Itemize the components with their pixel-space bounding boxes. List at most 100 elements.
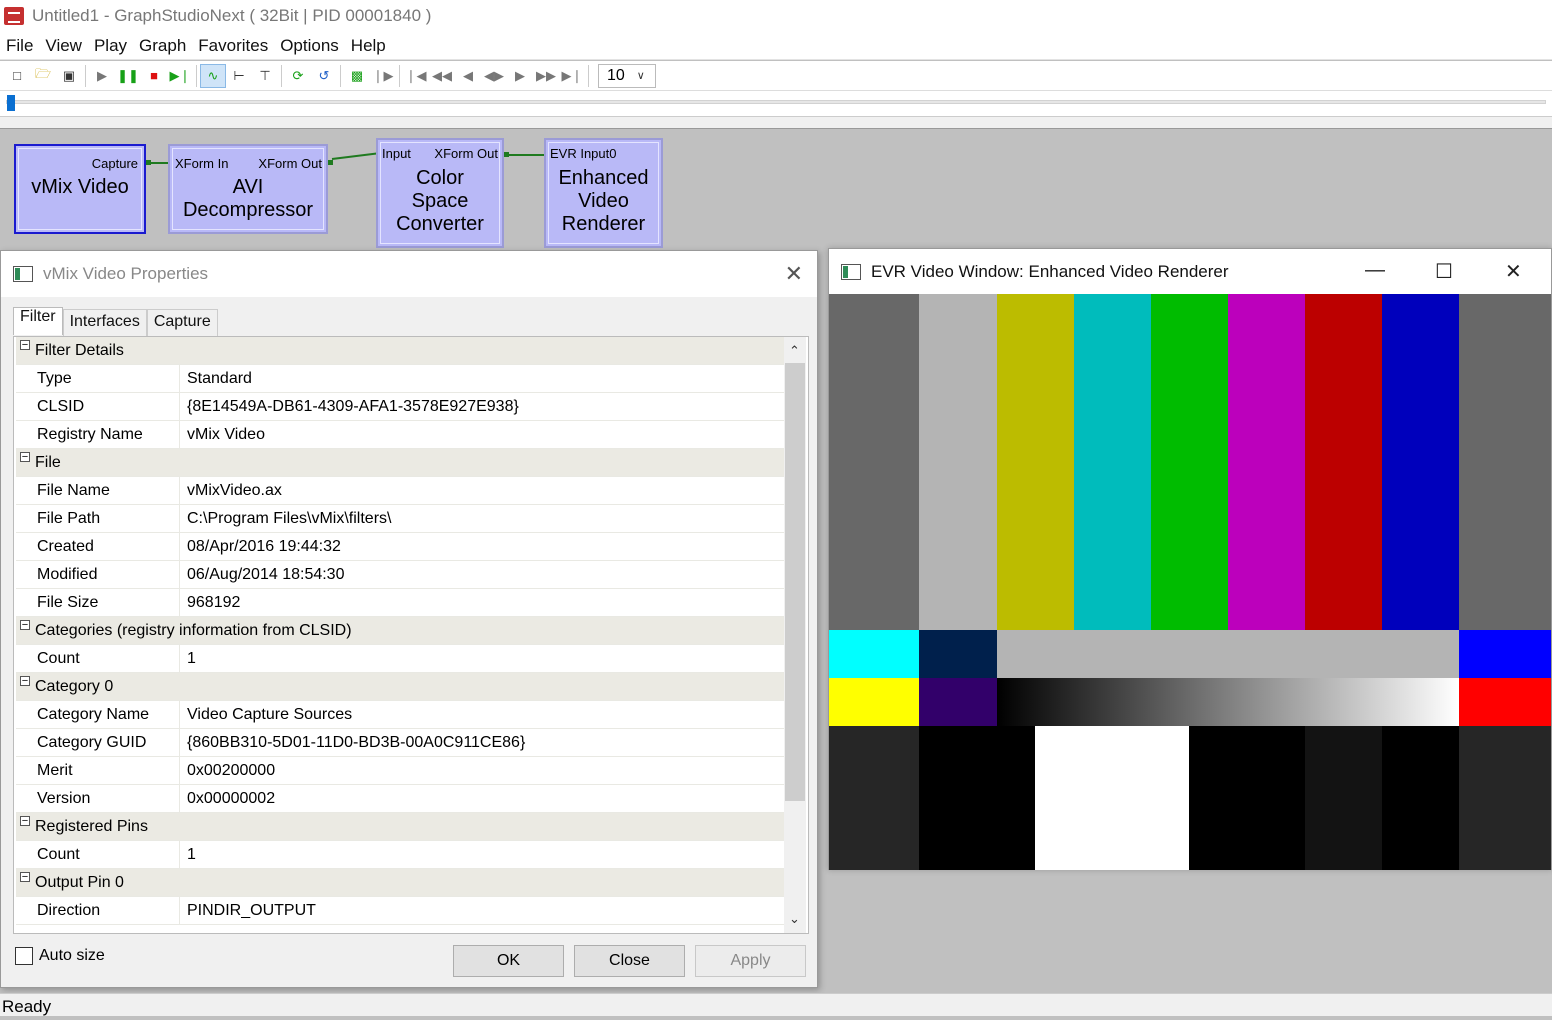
property-value: 0x00000002 bbox=[187, 789, 276, 807]
close-icon[interactable]: ✕ bbox=[785, 261, 803, 287]
checkbox-box[interactable] bbox=[15, 947, 33, 965]
category-row[interactable]: − Category 0 bbox=[16, 673, 784, 701]
filter-color-space-converter[interactable]: Input XForm Out Color Space Converter bbox=[376, 138, 504, 248]
app-icon bbox=[4, 7, 24, 25]
property-row[interactable]: Direction PINDIR_OUTPUT bbox=[16, 897, 784, 925]
collapse-icon[interactable]: − bbox=[20, 452, 30, 463]
collapse-icon[interactable]: − bbox=[20, 340, 30, 351]
collapse-icon[interactable]: − bbox=[20, 872, 30, 883]
property-row[interactable]: Count 1 bbox=[16, 645, 784, 673]
apply-button[interactable]: Apply bbox=[695, 945, 806, 977]
property-row[interactable]: Category Name Video Capture Sources bbox=[16, 701, 784, 729]
toolbar-separator bbox=[340, 64, 341, 87]
output-pin-label[interactable]: XForm Out bbox=[258, 156, 322, 171]
intelligent-connect-icon[interactable]: ⊤ bbox=[252, 64, 278, 88]
close-icon[interactable]: ✕ bbox=[1505, 259, 1522, 284]
tab-interfaces[interactable]: Interfaces bbox=[62, 309, 147, 337]
seek-thumb[interactable] bbox=[7, 95, 15, 111]
category-row[interactable]: − Registered Pins bbox=[16, 813, 784, 841]
maximize-icon[interactable]: ☐ bbox=[1435, 259, 1453, 284]
color-bar bbox=[1305, 294, 1382, 630]
filter-vmix-video[interactable]: Capture vMix Video bbox=[14, 144, 146, 234]
property-row[interactable]: File Path C:\Program Files\vMix\filters\ bbox=[16, 505, 784, 533]
collapse-icon[interactable]: − bbox=[20, 676, 30, 687]
scroll-thumb[interactable] bbox=[785, 363, 805, 801]
menu-favorites[interactable]: Favorites bbox=[192, 36, 274, 56]
tab-capture[interactable]: Capture bbox=[146, 309, 218, 337]
frame-back-icon[interactable]: ◀▶ bbox=[481, 64, 507, 88]
pluge-bar bbox=[1035, 726, 1189, 870]
property-row[interactable]: Registry Name vMix Video bbox=[16, 421, 784, 449]
open-folder-icon[interactable]: 🗁 bbox=[30, 64, 56, 88]
input-pin-label[interactable]: Input bbox=[382, 146, 411, 161]
menu-view[interactable]: View bbox=[39, 36, 88, 56]
property-value: {860BB310-5D01-11D0-BD3B-00A0C911CE86} bbox=[187, 733, 526, 751]
connection-line[interactable] bbox=[508, 154, 544, 156]
smart-connect-icon[interactable]: ∿ bbox=[200, 63, 226, 88]
output-pin-label[interactable]: Capture bbox=[92, 156, 138, 171]
close-button[interactable]: Close bbox=[574, 945, 685, 977]
zoom-dropdown[interactable]: 10 ∨ bbox=[598, 63, 656, 88]
refresh-icon[interactable]: ⟳ bbox=[285, 64, 311, 88]
minimize-icon[interactable]: — bbox=[1365, 259, 1385, 282]
rewind-fast-icon[interactable]: ◀◀ bbox=[429, 64, 455, 88]
stop-icon[interactable]: ■ bbox=[141, 64, 167, 88]
menu-graph[interactable]: Graph bbox=[133, 36, 192, 56]
color-bar bbox=[1074, 294, 1151, 630]
color-bar bbox=[1382, 294, 1459, 630]
filter-avi-decompressor[interactable]: XForm In XForm Out AVI Decompressor bbox=[168, 144, 328, 234]
property-row[interactable]: File Name vMixVideo.ax bbox=[16, 477, 784, 505]
frame-step-icon[interactable]: ❘▶ bbox=[370, 64, 396, 88]
menu-help[interactable]: Help bbox=[345, 36, 392, 56]
menu-play[interactable]: Play bbox=[88, 36, 133, 56]
property-row[interactable]: Type Standard bbox=[16, 365, 784, 393]
filter-enhanced-video-renderer[interactable]: EVR Input0 Enhanced Video Renderer bbox=[544, 138, 663, 248]
input-pin-label[interactable]: EVR Input0 bbox=[550, 146, 617, 161]
category-label: Filter Details bbox=[35, 341, 124, 359]
autosize-checkbox[interactable]: Auto size bbox=[15, 947, 105, 965]
seek-icon[interactable]: ↺ bbox=[311, 64, 337, 88]
frame-icon[interactable]: ▩ bbox=[344, 64, 370, 88]
category-row[interactable]: − Categories (registry information from C… bbox=[16, 617, 784, 645]
vertical-scrollbar[interactable]: ⌃ ⌄ bbox=[784, 337, 806, 933]
step-icon[interactable]: ▶❘ bbox=[167, 64, 193, 88]
collapse-icon[interactable]: − bbox=[20, 620, 30, 631]
rewind-icon[interactable]: ◀ bbox=[455, 64, 481, 88]
category-row[interactable]: − File bbox=[16, 449, 784, 477]
input-pin-label[interactable]: XForm In bbox=[175, 156, 228, 171]
menu-file[interactable]: File bbox=[0, 36, 39, 56]
property-row[interactable]: Version 0x00000002 bbox=[16, 785, 784, 813]
new-file-icon[interactable]: □ bbox=[4, 64, 30, 88]
pause-icon[interactable]: ❚❚ bbox=[115, 64, 141, 88]
property-row[interactable]: Created 08/Apr/2016 19:44:32 bbox=[16, 533, 784, 561]
dialog-title-bar: vMix Video Properties ✕ bbox=[1, 251, 817, 297]
scroll-down-icon[interactable]: ⌄ bbox=[789, 911, 800, 927]
connection-line[interactable] bbox=[150, 162, 170, 164]
collapse-icon[interactable]: − bbox=[20, 816, 30, 827]
seek-end-icon[interactable]: ▶❘ bbox=[559, 64, 585, 88]
category-row[interactable]: − Output Pin 0 bbox=[16, 869, 784, 897]
property-row[interactable]: Count 1 bbox=[16, 841, 784, 869]
seek-start-icon[interactable]: ❘◀ bbox=[403, 64, 429, 88]
forward-icon[interactable]: ▶ bbox=[507, 64, 533, 88]
direct-connect-icon[interactable]: ⊢ bbox=[226, 64, 252, 88]
output-pin[interactable] bbox=[328, 160, 333, 165]
forward-fast-icon[interactable]: ▶▶ bbox=[533, 64, 559, 88]
save-icon[interactable]: ▣ bbox=[56, 64, 82, 88]
seek-bar[interactable] bbox=[0, 91, 1552, 117]
property-row[interactable]: Merit 0x00200000 bbox=[16, 757, 784, 785]
connection-line[interactable] bbox=[331, 152, 377, 160]
color-bar bbox=[829, 294, 919, 630]
property-row[interactable]: CLSID {8E14549A-DB61-4309-AFA1-3578E927E9… bbox=[16, 393, 784, 421]
category-row[interactable]: − Filter Details bbox=[16, 337, 784, 365]
ok-button[interactable]: OK bbox=[453, 945, 564, 977]
property-row[interactable]: Category GUID {860BB310-5D01-11D0-BD3B-00… bbox=[16, 729, 784, 757]
scroll-up-icon[interactable]: ⌃ bbox=[789, 343, 800, 359]
output-pin-label[interactable]: XForm Out bbox=[434, 146, 498, 161]
property-name: File Path bbox=[16, 505, 180, 532]
property-row[interactable]: Modified 06/Aug/2014 18:54:30 bbox=[16, 561, 784, 589]
play-icon[interactable]: ▶ bbox=[89, 64, 115, 88]
tab-filter[interactable]: Filter bbox=[13, 307, 63, 335]
property-row[interactable]: File Size 968192 bbox=[16, 589, 784, 617]
menu-options[interactable]: Options bbox=[274, 36, 345, 56]
